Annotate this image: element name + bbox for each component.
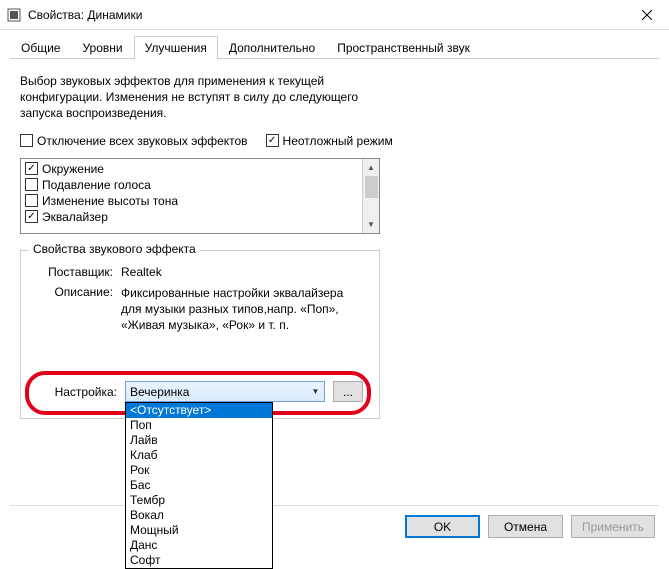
dropdown-option[interactable]: <Отсутствует>: [126, 403, 272, 418]
effects-list[interactable]: ✓ Окружение Подавление голоса Изменение выс…: [21, 159, 362, 233]
dropdown-option[interactable]: Софт: [126, 553, 272, 568]
dropdown-option[interactable]: Клаб: [126, 448, 272, 463]
setting-label: Настройка:: [33, 385, 117, 399]
dropdown-option[interactable]: Вокал: [126, 508, 272, 523]
tab-strip: Общие Уровни Улучшения Дополнительно Про…: [0, 30, 669, 59]
checkbox-icon: [25, 194, 38, 207]
setting-dropdown-list[interactable]: <Отсутствует>ПопЛайвКлабРокБасТембрВокал…: [125, 402, 273, 569]
ok-label: OK: [434, 520, 451, 534]
provider-value: Realtek: [121, 265, 367, 279]
intro-text: Выбор звуковых эффектов для применения к…: [20, 73, 390, 122]
dropdown-option[interactable]: Данс: [126, 538, 272, 553]
dropdown-option[interactable]: Рок: [126, 463, 272, 478]
dropdown-option[interactable]: Бас: [126, 478, 272, 493]
description-value: Фиксированные настройки эквалайзера для …: [121, 285, 367, 334]
close-icon: [642, 10, 652, 20]
scroll-up-icon[interactable]: ▲: [363, 159, 379, 176]
effect-label: Эквалайзер: [42, 210, 108, 224]
cancel-label: Отмена: [504, 520, 547, 534]
checkbox-icon: [20, 134, 33, 147]
effect-label: Изменение высоты тона: [42, 194, 178, 208]
dropdown-option[interactable]: Тембр: [126, 493, 272, 508]
immediate-label: Неотложный режим: [283, 134, 393, 148]
titlebar: Свойства: Динамики: [0, 0, 669, 30]
dropdown-option[interactable]: Поп: [126, 418, 272, 433]
group-legend: Свойства звукового эффекта: [29, 242, 200, 256]
app-icon: [6, 7, 22, 23]
checkbox-icon: ✓: [266, 134, 279, 147]
ok-button[interactable]: OK: [405, 515, 480, 538]
tab-advanced[interactable]: Дополнительно: [218, 36, 326, 59]
scroll-down-icon[interactable]: ▼: [363, 216, 379, 233]
setting-more-button[interactable]: ...: [333, 381, 363, 402]
disable-all-label: Отключение всех звуковых эффектов: [37, 134, 248, 148]
effect-item[interactable]: ✓ Эквалайзер: [23, 209, 360, 225]
description-row: Описание: Фиксированные настройки эквала…: [33, 285, 367, 334]
checkbox-icon: ✓: [25, 210, 38, 223]
scroll-thumb[interactable]: [365, 176, 378, 198]
effect-label: Подавление голоса: [42, 178, 151, 192]
setting-row: Настройка: Вечеринка ▼ ...: [33, 381, 363, 402]
ellipsis-label: ...: [343, 385, 353, 399]
checkbox-icon: ✓: [25, 162, 38, 175]
chevron-down-icon: ▼: [307, 382, 324, 401]
effect-item[interactable]: Изменение высоты тона: [23, 193, 360, 209]
setting-dropdown[interactable]: Вечеринка ▼: [125, 381, 325, 402]
dialog-button-bar: OK Отмена Применить: [405, 515, 655, 538]
setting-area: Настройка: Вечеринка ▼ ... <Отсутствует>…: [33, 381, 363, 402]
effects-listbox: ✓ Окружение Подавление голоса Изменение выс…: [20, 158, 380, 234]
cancel-button[interactable]: Отмена: [488, 515, 563, 538]
effect-properties-group: Свойства звукового эффекта Поставщик: Re…: [20, 250, 380, 420]
effect-item[interactable]: ✓ Окружение: [23, 161, 360, 177]
separator: [10, 505, 659, 506]
immediate-mode-checkbox[interactable]: ✓ Неотложный режим: [266, 134, 393, 148]
apply-label: Применить: [582, 520, 644, 534]
close-button[interactable]: [624, 0, 669, 30]
description-label: Описание:: [33, 285, 121, 334]
dropdown-option[interactable]: Лайв: [126, 433, 272, 448]
disable-all-effects-checkbox[interactable]: Отключение всех звуковых эффектов: [20, 134, 248, 148]
window-title: Свойства: Динамики: [28, 8, 142, 22]
tab-levels[interactable]: Уровни: [71, 36, 133, 59]
effect-label: Окружение: [42, 162, 104, 176]
dropdown-option[interactable]: Мощный: [126, 523, 272, 538]
tab-general[interactable]: Общие: [10, 36, 71, 59]
top-check-row: Отключение всех звуковых эффектов ✓ Неот…: [20, 134, 649, 148]
apply-button[interactable]: Применить: [571, 515, 655, 538]
checkbox-icon: [25, 178, 38, 191]
effect-item[interactable]: Подавление голоса: [23, 177, 360, 193]
tab-content: Выбор звуковых эффектов для применения к…: [0, 59, 669, 429]
tab-enhancements[interactable]: Улучшения: [134, 36, 218, 59]
provider-label: Поставщик:: [33, 265, 121, 279]
scrollbar[interactable]: ▲ ▼: [362, 159, 379, 233]
provider-row: Поставщик: Realtek: [33, 265, 367, 279]
tab-spatial[interactable]: Пространственный звук: [326, 36, 481, 59]
setting-selected: Вечеринка: [130, 385, 189, 399]
